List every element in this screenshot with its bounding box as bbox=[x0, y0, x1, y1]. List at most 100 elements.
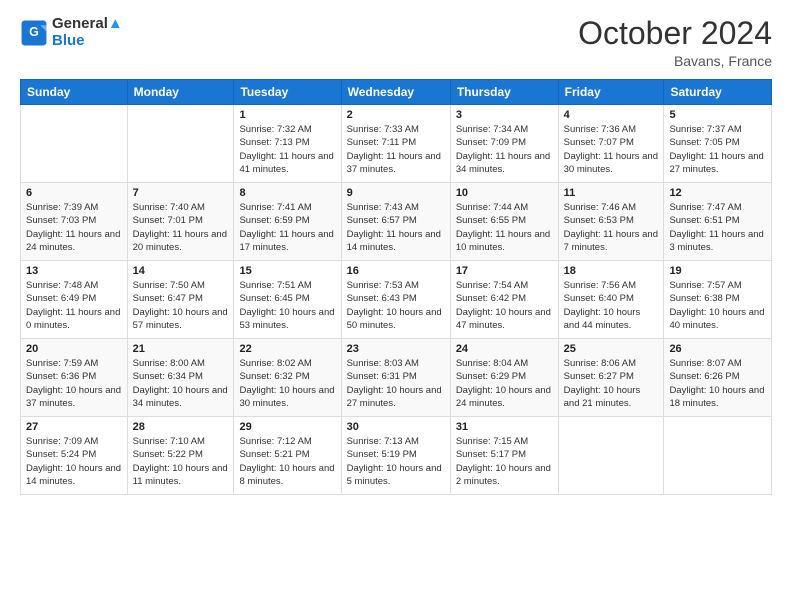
day-number: 6 bbox=[26, 187, 122, 199]
day-info: Sunrise: 7:59 AM Sunset: 6:36 PM Dayligh… bbox=[26, 357, 122, 410]
calendar-cell: 6 Sunrise: 7:39 AM Sunset: 7:03 PM Daylig… bbox=[21, 183, 128, 261]
calendar-cell: 9 Sunrise: 7:43 AM Sunset: 6:57 PM Daylig… bbox=[341, 183, 450, 261]
day-number: 9 bbox=[347, 187, 445, 199]
day-number: 18 bbox=[564, 265, 659, 277]
calendar-week-3: 13 Sunrise: 7:48 AM Sunset: 6:49 PM Dayli… bbox=[21, 261, 772, 339]
day-info: Sunrise: 7:33 AM Sunset: 7:11 PM Dayligh… bbox=[347, 123, 445, 176]
day-info: Sunrise: 7:41 AM Sunset: 6:59 PM Dayligh… bbox=[239, 201, 335, 254]
day-number: 5 bbox=[669, 109, 766, 121]
day-info: Sunrise: 7:53 AM Sunset: 6:43 PM Dayligh… bbox=[347, 279, 445, 332]
day-number: 10 bbox=[456, 187, 553, 199]
day-info: Sunrise: 8:06 AM Sunset: 6:27 PM Dayligh… bbox=[564, 357, 659, 410]
day-info: Sunrise: 8:00 AM Sunset: 6:34 PM Dayligh… bbox=[133, 357, 229, 410]
day-number: 4 bbox=[564, 109, 659, 121]
calendar-cell: 26 Sunrise: 8:07 AM Sunset: 6:26 PM Dayli… bbox=[664, 339, 772, 417]
month-title: October 2024 bbox=[578, 16, 772, 51]
day-number: 16 bbox=[347, 265, 445, 277]
day-info: Sunrise: 7:37 AM Sunset: 7:05 PM Dayligh… bbox=[669, 123, 766, 176]
calendar-cell: 7 Sunrise: 7:40 AM Sunset: 7:01 PM Daylig… bbox=[127, 183, 234, 261]
day-number: 20 bbox=[26, 343, 122, 355]
day-info: Sunrise: 7:34 AM Sunset: 7:09 PM Dayligh… bbox=[456, 123, 553, 176]
day-number: 23 bbox=[347, 343, 445, 355]
day-number: 28 bbox=[133, 421, 229, 433]
col-tuesday: Tuesday bbox=[234, 80, 341, 105]
col-wednesday: Wednesday bbox=[341, 80, 450, 105]
calendar-cell: 29 Sunrise: 7:12 AM Sunset: 5:21 PM Dayli… bbox=[234, 417, 341, 495]
day-info: Sunrise: 7:10 AM Sunset: 5:22 PM Dayligh… bbox=[133, 435, 229, 488]
logo-text-block: General▲ Blue bbox=[52, 16, 123, 49]
calendar-cell bbox=[664, 417, 772, 495]
day-number: 29 bbox=[239, 421, 335, 433]
calendar-cell: 22Sunrise: 8:02 AM Sunset: 6:32 PM Dayli… bbox=[234, 339, 341, 417]
calendar-table: Sunday Monday Tuesday Wednesday Thursday… bbox=[20, 79, 772, 495]
day-info: Sunrise: 7:57 AM Sunset: 6:38 PM Dayligh… bbox=[669, 279, 766, 332]
day-number: 30 bbox=[347, 421, 445, 433]
day-number: 15 bbox=[239, 265, 335, 277]
day-info: Sunrise: 7:13 AM Sunset: 5:19 PM Dayligh… bbox=[347, 435, 445, 488]
day-number: 1 bbox=[239, 109, 335, 121]
svg-text:G: G bbox=[29, 25, 39, 39]
day-number: 31 bbox=[456, 421, 553, 433]
day-info: Sunrise: 7:40 AM Sunset: 7:01 PM Dayligh… bbox=[133, 201, 229, 254]
calendar-cell: 2 Sunrise: 7:33 AM Sunset: 7:11 PM Daylig… bbox=[341, 105, 450, 183]
logo-line2: Blue bbox=[52, 33, 123, 50]
calendar-cell bbox=[127, 105, 234, 183]
calendar-cell bbox=[21, 105, 128, 183]
calendar-cell: 13 Sunrise: 7:48 AM Sunset: 6:49 PM Dayli… bbox=[21, 261, 128, 339]
calendar-cell: 10 Sunrise: 7:44 AM Sunset: 6:55 PM Dayli… bbox=[450, 183, 558, 261]
col-thursday: Thursday bbox=[450, 80, 558, 105]
day-number: 3 bbox=[456, 109, 553, 121]
day-number: 27 bbox=[26, 421, 122, 433]
day-info: Sunrise: 7:39 AM Sunset: 7:03 PM Dayligh… bbox=[26, 201, 122, 254]
calendar-cell: 23Sunrise: 8:03 AM Sunset: 6:31 PM Dayli… bbox=[341, 339, 450, 417]
day-number: 7 bbox=[133, 187, 229, 199]
calendar-header-row: Sunday Monday Tuesday Wednesday Thursday… bbox=[21, 80, 772, 105]
calendar-cell: 24 Sunrise: 8:04 AM Sunset: 6:29 PM Dayli… bbox=[450, 339, 558, 417]
title-block: October 2024 Bavans, France bbox=[578, 16, 772, 69]
day-info: Sunrise: 7:47 AM Sunset: 6:51 PM Dayligh… bbox=[669, 201, 766, 254]
day-info: Sunrise: 8:04 AM Sunset: 6:29 PM Dayligh… bbox=[456, 357, 553, 410]
day-info: Sunrise: 8:07 AM Sunset: 6:26 PM Dayligh… bbox=[669, 357, 766, 410]
calendar-cell: 19 Sunrise: 7:57 AM Sunset: 6:38 PM Dayli… bbox=[664, 261, 772, 339]
day-info: Sunrise: 7:12 AM Sunset: 5:21 PM Dayligh… bbox=[239, 435, 335, 488]
day-number: 8 bbox=[239, 187, 335, 199]
calendar-cell: 4 Sunrise: 7:36 AM Sunset: 7:07 PM Daylig… bbox=[558, 105, 664, 183]
col-sunday: Sunday bbox=[21, 80, 128, 105]
day-info: Sunrise: 7:48 AM Sunset: 6:49 PM Dayligh… bbox=[26, 279, 122, 332]
day-number: 24 bbox=[456, 343, 553, 355]
day-number: 22 bbox=[239, 343, 335, 355]
day-number: 12 bbox=[669, 187, 766, 199]
calendar-week-4: 20 Sunrise: 7:59 AM Sunset: 6:36 PM Dayli… bbox=[21, 339, 772, 417]
day-number: 2 bbox=[347, 109, 445, 121]
location: Bavans, France bbox=[578, 53, 772, 69]
calendar-week-1: 1 Sunrise: 7:32 AM Sunset: 7:13 PM Daylig… bbox=[21, 105, 772, 183]
day-info: Sunrise: 7:50 AM Sunset: 6:47 PM Dayligh… bbox=[133, 279, 229, 332]
day-info: Sunrise: 7:43 AM Sunset: 6:57 PM Dayligh… bbox=[347, 201, 445, 254]
day-number: 19 bbox=[669, 265, 766, 277]
header: G General▲ Blue October 2024 Bavans, Fra… bbox=[20, 16, 772, 69]
day-number: 11 bbox=[564, 187, 659, 199]
day-info: Sunrise: 7:56 AM Sunset: 6:40 PM Dayligh… bbox=[564, 279, 659, 332]
col-saturday: Saturday bbox=[664, 80, 772, 105]
calendar-cell: 30 Sunrise: 7:13 AM Sunset: 5:19 PM Dayli… bbox=[341, 417, 450, 495]
calendar-cell: 18 Sunrise: 7:56 AM Sunset: 6:40 PM Dayli… bbox=[558, 261, 664, 339]
calendar-cell: 11 Sunrise: 7:46 AM Sunset: 6:53 PM Dayli… bbox=[558, 183, 664, 261]
calendar-cell: 16 Sunrise: 7:53 AM Sunset: 6:43 PM Dayli… bbox=[341, 261, 450, 339]
day-info: Sunrise: 7:46 AM Sunset: 6:53 PM Dayligh… bbox=[564, 201, 659, 254]
day-info: Sunrise: 7:51 AM Sunset: 6:45 PM Dayligh… bbox=[239, 279, 335, 332]
day-info: Sunrise: 7:54 AM Sunset: 6:42 PM Dayligh… bbox=[456, 279, 553, 332]
calendar-cell: 5 Sunrise: 7:37 AM Sunset: 7:05 PM Daylig… bbox=[664, 105, 772, 183]
col-monday: Monday bbox=[127, 80, 234, 105]
day-number: 21 bbox=[133, 343, 229, 355]
page: G General▲ Blue October 2024 Bavans, Fra… bbox=[0, 0, 792, 612]
calendar-cell: 12 Sunrise: 7:47 AM Sunset: 6:51 PM Dayli… bbox=[664, 183, 772, 261]
day-number: 26 bbox=[669, 343, 766, 355]
day-number: 25 bbox=[564, 343, 659, 355]
day-info: Sunrise: 7:36 AM Sunset: 7:07 PM Dayligh… bbox=[564, 123, 659, 176]
day-info: Sunrise: 7:32 AM Sunset: 7:13 PM Dayligh… bbox=[239, 123, 335, 176]
day-number: 13 bbox=[26, 265, 122, 277]
day-number: 14 bbox=[133, 265, 229, 277]
calendar-cell: 14 Sunrise: 7:50 AM Sunset: 6:47 PM Dayli… bbox=[127, 261, 234, 339]
day-info: Sunrise: 7:44 AM Sunset: 6:55 PM Dayligh… bbox=[456, 201, 553, 254]
day-info: Sunrise: 7:09 AM Sunset: 5:24 PM Dayligh… bbox=[26, 435, 122, 488]
